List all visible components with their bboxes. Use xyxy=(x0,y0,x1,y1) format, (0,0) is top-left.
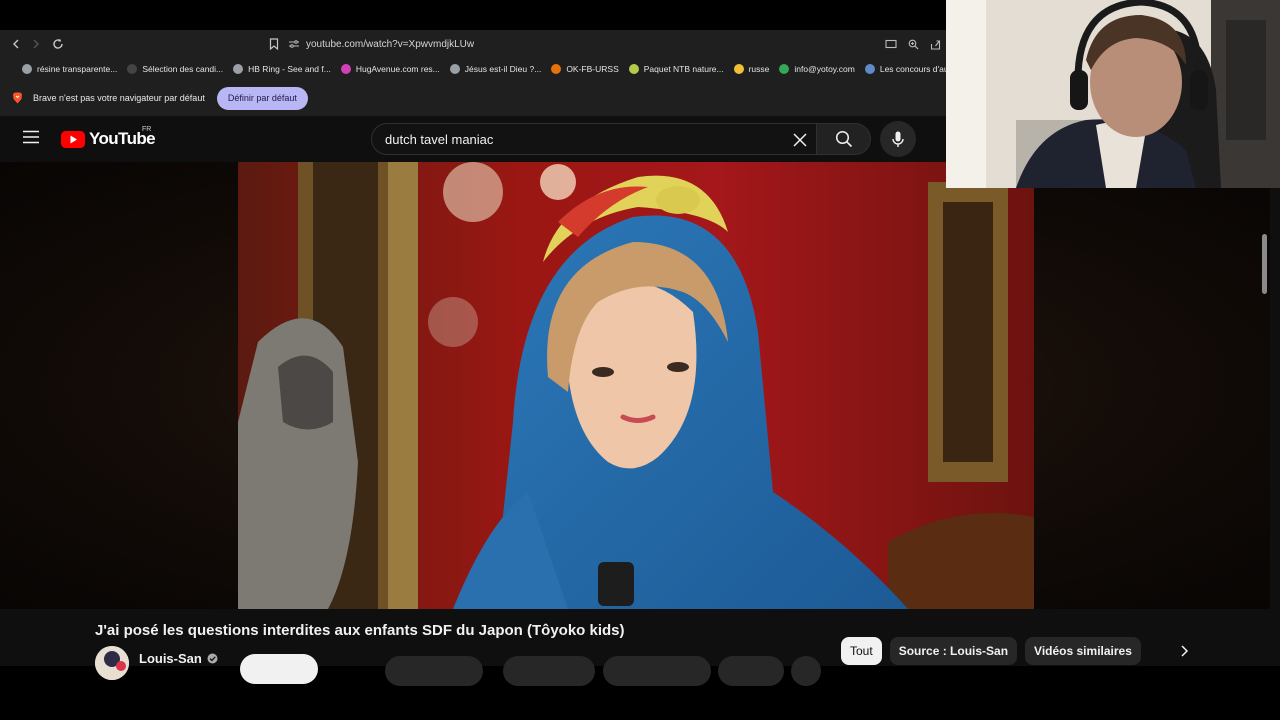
like-dislike-button[interactable] xyxy=(385,656,483,686)
browser-toolbar: youtube.com/watch?v=XpwvmdjkLUw xyxy=(0,30,946,58)
microphone-icon xyxy=(892,131,904,147)
bookmark-label: info@yotoy.com xyxy=(794,64,855,74)
hamburger-menu-icon[interactable] xyxy=(22,130,40,144)
bookmark-icon xyxy=(269,38,279,50)
bookmark-item[interactable]: Paquet NTB nature... xyxy=(628,64,724,74)
set-default-button[interactable]: Définir par défaut xyxy=(216,86,308,110)
video-still-image xyxy=(238,162,1034,609)
bookmark-item[interactable]: résine transparente... xyxy=(22,64,117,74)
brave-lion-icon xyxy=(13,92,22,104)
chevron-left-icon xyxy=(13,39,19,49)
bookmark-page-button[interactable] xyxy=(264,34,284,54)
zoom-button[interactable] xyxy=(902,34,924,54)
infobar-message: Brave n'est pas votre navigateur par déf… xyxy=(33,93,205,103)
share-button[interactable] xyxy=(503,656,595,686)
bookmark-item[interactable]: HB Ring - See and f... xyxy=(233,64,331,74)
bookmark-item[interactable]: Les concours d'aute... xyxy=(864,64,946,74)
region-code: FR xyxy=(142,126,152,133)
leaf-icon xyxy=(628,64,639,74)
default-browser-infobar: Brave n'est pas votre navigateur par déf… xyxy=(0,80,946,116)
bookmark-item[interactable]: OK-FB-URSS xyxy=(551,64,619,74)
search-box[interactable]: dutch tavel maniac xyxy=(371,123,817,155)
clip-button[interactable] xyxy=(718,656,784,686)
bookmark-label: HB Ring - See and f... xyxy=(248,64,331,74)
channel-avatar[interactable] xyxy=(95,646,129,680)
globe-icon xyxy=(22,64,32,74)
odnoklassniki-icon xyxy=(551,64,562,74)
bookmark-item[interactable]: Sélection des candi... xyxy=(127,64,223,74)
channel-row: Louis-San xyxy=(95,646,218,680)
bookmark-item[interactable]: HugAvenue.com res... xyxy=(340,64,440,74)
mail-icon xyxy=(779,64,790,74)
search-button[interactable] xyxy=(817,123,871,155)
window-top-strip xyxy=(0,0,946,30)
page-scrollbar[interactable] xyxy=(1262,234,1267,294)
chip-related[interactable]: Vidéos similaires xyxy=(1025,637,1141,665)
youtube-masthead: YouTube FR dutch tavel maniac xyxy=(0,116,946,162)
bookmark-item[interactable]: Jésus est-il Dieu ?... xyxy=(449,64,542,74)
back-button[interactable] xyxy=(6,34,26,54)
video-frame[interactable] xyxy=(238,162,1034,609)
reload-button[interactable] xyxy=(48,34,68,54)
globe-icon xyxy=(233,64,244,74)
bookmark-label: Paquet NTB nature... xyxy=(643,64,724,74)
webcam-feed-image xyxy=(946,0,1280,188)
document-icon xyxy=(127,64,138,74)
search-input[interactable]: dutch tavel maniac xyxy=(385,132,816,147)
image-icon xyxy=(864,64,875,74)
search-icon xyxy=(835,130,852,148)
bookmark-label: russe xyxy=(748,64,770,74)
heart-icon xyxy=(340,64,351,74)
bookmark-item[interactable]: russe xyxy=(733,64,770,74)
youtube-logo[interactable]: YouTube FR xyxy=(61,126,156,149)
site-settings-icon xyxy=(289,40,299,48)
bookmarks-bar: résine transparente... Sélection des can… xyxy=(0,58,946,80)
youtube-page: YouTube FR dutch tavel maniac J'ai posé … xyxy=(0,116,1280,686)
verified-check-icon xyxy=(207,653,218,663)
bookmark-label: OK-FB-URSS xyxy=(566,64,619,74)
recommendation-chips: Tout Source : Louis-San Vidéos similaire… xyxy=(841,637,1189,665)
zoom-icon xyxy=(908,39,918,49)
video-player[interactable] xyxy=(0,162,1270,609)
reload-icon xyxy=(53,38,63,49)
close-icon xyxy=(793,133,807,147)
more-actions-button[interactable] xyxy=(791,656,821,686)
bookmark-item[interactable]: info@yotoy.com xyxy=(779,64,855,74)
subscribe-button[interactable] xyxy=(240,654,318,684)
bookmark-label: Jésus est-il Dieu ?... xyxy=(464,64,542,74)
url-text: youtube.com/watch?v=XpwvmdjkLUw xyxy=(306,38,475,50)
share-button[interactable] xyxy=(924,34,946,54)
voice-search-button[interactable] xyxy=(880,121,916,157)
youtube-play-logo-icon xyxy=(61,130,85,148)
forward-button[interactable] xyxy=(26,34,46,54)
clear-search-button[interactable] xyxy=(788,128,812,152)
cast-button[interactable] xyxy=(880,34,902,54)
bookmark-label: Les concours d'aute... xyxy=(879,64,946,74)
address-bar[interactable]: youtube.com/watch?v=XpwvmdjkLUw xyxy=(288,33,880,55)
bookmark-label: Sélection des candi... xyxy=(142,64,224,74)
bookmark-label: résine transparente... xyxy=(37,64,118,74)
avatar-image xyxy=(95,646,129,680)
chevron-right-icon xyxy=(33,39,39,49)
share-icon xyxy=(930,39,940,50)
screen-icon xyxy=(885,39,897,49)
bookmark-label: HugAvenue.com res... xyxy=(355,64,440,74)
chip-all[interactable]: Tout xyxy=(841,637,882,665)
chip-source[interactable]: Source : Louis-San xyxy=(889,637,1018,665)
download-button[interactable] xyxy=(603,656,711,686)
globe-icon xyxy=(449,64,460,74)
channel-name[interactable]: Louis-San xyxy=(139,651,202,666)
webcam-overlay xyxy=(946,0,1280,188)
folder-icon xyxy=(733,64,744,74)
video-title: J'ai posé les questions interdites aux e… xyxy=(95,622,625,639)
chevron-right-icon[interactable] xyxy=(1179,644,1189,658)
